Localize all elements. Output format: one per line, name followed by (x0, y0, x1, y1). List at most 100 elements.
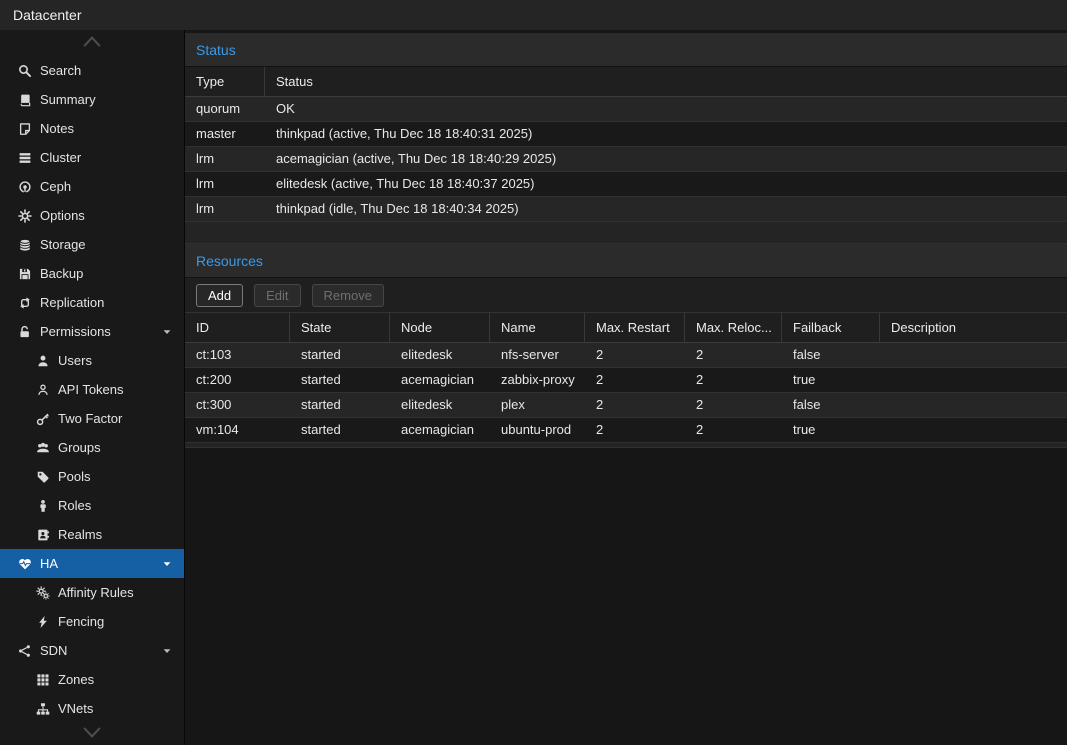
column-header-id[interactable]: ID (185, 313, 290, 342)
resources-table: IDStateNodeNameMax. RestartMax. Reloc...… (185, 313, 1067, 443)
add-button[interactable]: Add (196, 284, 243, 307)
column-header-status[interactable]: Status (265, 67, 1067, 96)
column-header-type[interactable]: Type (185, 67, 265, 96)
sidebar-item-replication[interactable]: Replication (0, 288, 184, 317)
page-title: Datacenter (13, 7, 81, 23)
table-cell: lrm (185, 147, 265, 171)
heartbeat-icon (15, 557, 34, 571)
table-cell (880, 393, 1067, 417)
table-cell: lrm (185, 172, 265, 196)
caret-down-icon[interactable] (162, 327, 172, 337)
table-cell: 2 (685, 343, 782, 367)
table-row[interactable]: quorumOK (185, 97, 1067, 122)
table-row[interactable]: lrmthinkpad (idle, Thu Dec 18 18:40:34 2… (185, 197, 1067, 222)
sidebar-item-fencing[interactable]: Fencing (0, 607, 184, 636)
key-icon (33, 412, 52, 426)
resources-panel-title: Resources (185, 244, 1067, 278)
sidebar-item-options[interactable]: Options (0, 201, 184, 230)
column-header-max-restart[interactable]: Max. Restart (585, 313, 685, 342)
status-panel-title: Status (185, 33, 1067, 67)
note-icon (15, 122, 34, 136)
sitemap-icon (33, 702, 52, 716)
database-icon (15, 238, 34, 252)
sidebar-item-backup[interactable]: Backup (0, 259, 184, 288)
column-header-state[interactable]: State (290, 313, 390, 342)
sidebar-item-two-factor[interactable]: Two Factor (0, 404, 184, 433)
table-cell: acemagician (390, 368, 490, 392)
table-cell: ct:200 (185, 368, 290, 392)
sidebar-item-label: Groups (58, 440, 101, 455)
sidebar-item-pools[interactable]: Pools (0, 462, 184, 491)
table-cell: ct:103 (185, 343, 290, 367)
table-cell: 2 (585, 343, 685, 367)
column-header-node[interactable]: Node (390, 313, 490, 342)
sidebar-item-ha[interactable]: HA (0, 549, 184, 578)
sidebar-item-notes[interactable]: Notes (0, 114, 184, 143)
table-cell: 2 (685, 393, 782, 417)
table-cell (880, 418, 1067, 442)
table-row[interactable]: ct:103startedelitedesknfs-server22false (185, 343, 1067, 368)
sidebar: SearchSummary Notes Cluster Ceph Options Stor… (0, 30, 185, 745)
sidebar-item-label: Storage (40, 237, 86, 252)
table-cell (880, 368, 1067, 392)
caret-down-icon[interactable] (162, 646, 172, 656)
table-cell: 2 (585, 418, 685, 442)
sidebar-item-storage[interactable]: Storage (0, 230, 184, 259)
remove-button[interactable]: Remove (312, 284, 384, 307)
table-row[interactable]: ct:300startedelitedeskplex22false (185, 393, 1067, 418)
tag-icon (33, 470, 52, 484)
sidebar-item-ceph[interactable]: Ceph (0, 172, 184, 201)
floppy-icon (15, 267, 34, 281)
table-row[interactable]: masterthinkpad (active, Thu Dec 18 18:40… (185, 122, 1067, 147)
table-cell: 2 (585, 393, 685, 417)
window-titlebar: Datacenter (0, 0, 1067, 30)
resources-panel: Resources AddEditRemove IDStateNodeNameM… (185, 244, 1067, 448)
column-header-failback[interactable]: Failback (782, 313, 880, 342)
book-icon (15, 93, 34, 107)
table-cell: master (185, 122, 265, 146)
sidebar-item-realms[interactable]: Realms (0, 520, 184, 549)
table-header-row: TypeStatus (185, 67, 1067, 97)
sidebar-item-api-tokens[interactable]: API Tokens (0, 375, 184, 404)
sidebar-item-affinity-rules[interactable]: Affinity Rules (0, 578, 184, 607)
table-cell: lrm (185, 197, 265, 221)
sidebar-item-roles[interactable]: Roles (0, 491, 184, 520)
edit-button[interactable]: Edit (254, 284, 300, 307)
table-row[interactable]: ct:200startedacemagicianzabbix-proxy22tr… (185, 368, 1067, 393)
sidebar-item-cluster[interactable]: Cluster (0, 143, 184, 172)
sidebar-item-search[interactable]: Search (0, 56, 184, 85)
sidebar-item-label: Ceph (40, 179, 71, 194)
table-cell: started (290, 418, 390, 442)
replication-icon (15, 296, 34, 310)
sidebar-item-label: Notes (40, 121, 74, 136)
column-header-max-reloc[interactable]: Max. Reloc... (685, 313, 782, 342)
table-row[interactable]: lrmelitedesk (active, Thu Dec 18 18:40:3… (185, 172, 1067, 197)
sidebar-item-label: VNets (58, 701, 93, 716)
chevron-down-icon (80, 726, 104, 742)
main-layout: SearchSummary Notes Cluster Ceph Options Stor… (0, 30, 1067, 745)
scroll-down-button[interactable] (0, 723, 184, 745)
chevron-up-icon (80, 35, 104, 51)
table-cell: elitedesk (390, 393, 490, 417)
users-icon (33, 441, 52, 455)
caret-down-icon[interactable] (162, 559, 172, 569)
scroll-up-button[interactable] (0, 30, 184, 56)
sidebar-item-zones[interactable]: Zones (0, 665, 184, 694)
sidebar-item-sdn[interactable]: SDN (0, 636, 184, 665)
table-row[interactable]: lrmacemagician (active, Thu Dec 18 18:40… (185, 147, 1067, 172)
sidebar-item-summary[interactable]: Summary (0, 85, 184, 114)
bolt-icon (33, 615, 52, 629)
sidebar-menu: SearchSummary Notes Cluster Ceph Options Stor… (0, 56, 184, 723)
sidebar-item-label: Fencing (58, 614, 104, 629)
sidebar-item-groups[interactable]: Groups (0, 433, 184, 462)
sidebar-item-permissions[interactable]: Permissions (0, 317, 184, 346)
table-cell: quorum (185, 97, 265, 121)
sidebar-item-vnets[interactable]: VNets (0, 694, 184, 723)
column-header-description[interactable]: Description (880, 313, 1067, 342)
cluster-icon (15, 151, 34, 165)
table-row[interactable]: vm:104startedacemagicianubuntu-prod22tru… (185, 418, 1067, 443)
column-header-name[interactable]: Name (490, 313, 585, 342)
sidebar-item-label: Two Factor (58, 411, 122, 426)
table-cell: ct:300 (185, 393, 290, 417)
sidebar-item-users[interactable]: Users (0, 346, 184, 375)
